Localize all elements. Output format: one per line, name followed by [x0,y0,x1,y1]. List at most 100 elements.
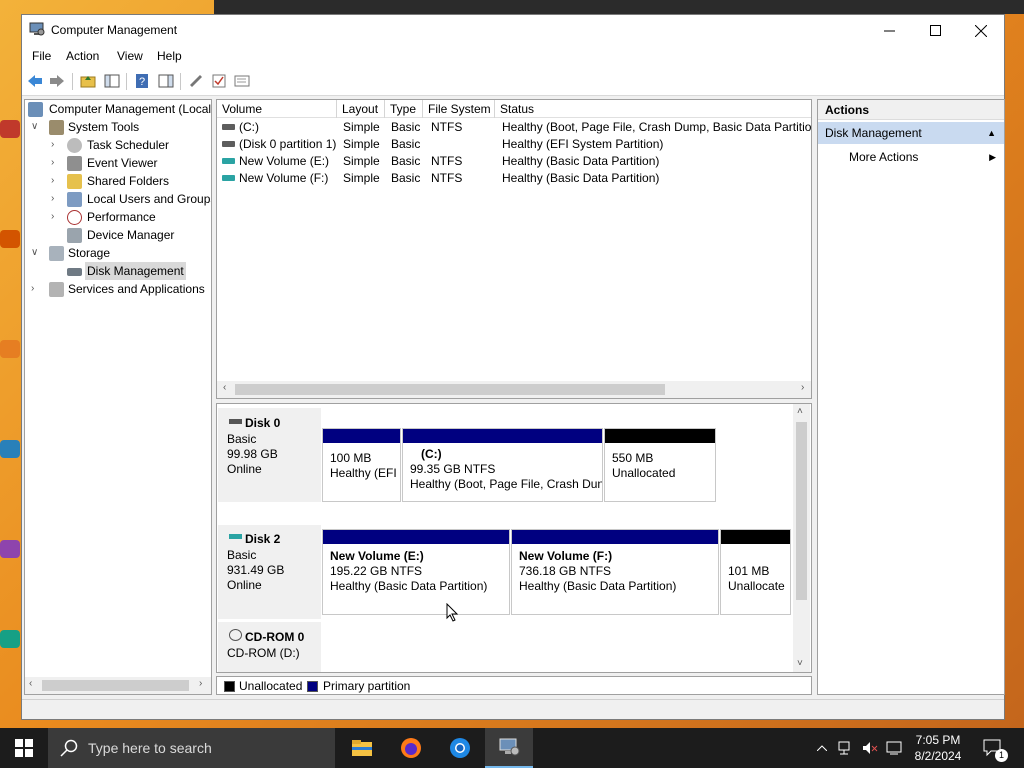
scrollbar-thumb[interactable] [235,384,665,395]
table-row[interactable]: New Volume (F:) Simple Basic NTFS Health… [217,170,811,187]
drive-icon [222,124,235,130]
up-folder-icon[interactable] [80,73,96,89]
scroll-up-icon[interactable]: ˄ [797,406,803,417]
primary-partition-swatch [307,681,318,692]
show-hidden-icons-button[interactable] [813,728,831,768]
tree-horizontal-scrollbar[interactable]: ‹ › [25,677,211,694]
column-header-status[interactable]: Status [495,100,811,118]
performance-icon [67,210,82,225]
network-icon [838,741,850,755]
partition-f[interactable]: New Volume (F:) 736.18 GB NTFS Healthy (… [511,529,719,615]
maximize-button[interactable] [912,15,958,46]
network-tray-button[interactable] [836,728,856,768]
disk-view-vertical-scrollbar[interactable]: ˄ ˅ [793,404,810,672]
table-row[interactable]: (C:) Simple Basic NTFS Healthy (Boot, Pa… [217,119,811,136]
column-header-volume[interactable]: Volume [217,100,337,118]
menu-bar: File Action View Help [22,46,1004,68]
more-actions-item[interactable]: More Actions ▶ [818,146,1004,168]
taskbar-search-box[interactable]: Type here to search [48,728,335,768]
taskbar-firefox[interactable] [387,728,435,768]
menu-help[interactable]: Help [157,49,182,63]
drive-icon [222,158,235,164]
svg-text:?: ? [139,76,145,88]
partition-unallocated[interactable]: 101 MB Unallocate [720,529,791,615]
disk-2-label[interactable]: Disk 2 Basic 931.49 GB Online [218,525,321,619]
taskbar-file-explorer[interactable] [338,728,386,768]
computer-management-icon [28,102,43,117]
scrollbar-thumb[interactable] [42,680,189,691]
cdrom-label[interactable]: CD-ROM 0 CD-ROM (D:) No Media [218,622,321,672]
desktop-shortcut-icon[interactable] [0,440,22,460]
ime-tray-button[interactable] [884,728,904,768]
volume-list-horizontal-scrollbar[interactable]: ‹ › [217,381,811,398]
maximize-icon [929,25,941,36]
chevron-right-icon[interactable]: › [51,208,63,226]
notification-center-button[interactable]: 1 [978,728,1008,768]
help-icon[interactable]: ? [134,73,150,89]
disk-0-label[interactable]: Disk 0 Basic 99.98 GB Online [218,408,321,502]
partition-efi[interactable]: 100 MB Healthy (EFI [322,428,401,502]
desktop-shortcut-icon[interactable] [0,230,22,250]
chevron-right-icon[interactable]: › [51,136,63,154]
partition-unallocated[interactable]: 550 MB Unallocated [604,428,716,502]
table-row[interactable]: (Disk 0 partition 1) Simple Basic Health… [217,136,811,153]
table-row[interactable]: New Volume (E:) Simple Basic NTFS Health… [217,153,811,170]
checkmark-icon[interactable] [211,73,227,89]
volume-tray-button[interactable] [860,728,880,768]
show-hide-action-pane-icon[interactable] [158,73,174,89]
windows-logo-icon [15,739,33,757]
chevron-down-icon[interactable]: ∨ [31,244,43,262]
connect-icon[interactable] [188,73,204,89]
mouse-cursor-icon [446,603,458,622]
menu-action[interactable]: Action [66,49,99,63]
properties-icon[interactable] [234,73,250,89]
chevron-down-icon[interactable]: ∨ [31,118,43,136]
minimize-button[interactable] [866,15,912,46]
chevron-up-icon [817,745,827,751]
column-header-layout[interactable]: Layout [337,100,385,118]
chevron-right-icon[interactable]: › [51,154,63,172]
scroll-right-icon[interactable]: › [199,678,202,689]
show-hide-console-tree-icon[interactable] [104,73,120,89]
actions-group-disk-management[interactable]: Disk Management ▲ [818,122,1004,144]
cdrom-icon [229,629,242,641]
submenu-arrow-icon: ▶ [989,152,996,162]
column-header-file-system[interactable]: File System [423,100,495,118]
actions-pane: Actions Disk Management ▲ More Actions ▶ [817,99,1005,695]
computer-management-app-icon [499,738,520,756]
chevron-right-icon[interactable]: › [51,190,63,208]
start-button[interactable] [0,728,48,768]
scroll-left-icon[interactable]: ‹ [29,678,32,689]
desktop-shortcut-icon[interactable] [0,340,22,360]
search-icon [60,739,78,757]
taskbar-chrome[interactable] [436,728,484,768]
menu-view[interactable]: View [117,49,143,63]
column-header-type[interactable]: Type [385,100,423,118]
scroll-right-icon[interactable]: › [801,382,804,393]
volume-muted-icon [863,742,878,754]
desktop-shortcut-icon[interactable] [0,630,22,650]
menu-file[interactable]: File [32,49,51,63]
title-bar[interactable]: Computer Management [22,15,1004,46]
desktop-shortcut-icon[interactable] [0,540,22,560]
collapse-up-icon[interactable]: ▲ [987,122,996,144]
chevron-right-icon[interactable]: › [51,172,63,190]
scroll-left-icon[interactable]: ‹ [223,382,226,393]
scrollbar-thumb[interactable] [796,422,807,600]
shared-folder-icon [67,174,82,189]
close-button[interactable] [958,15,1004,46]
forward-arrow-icon[interactable] [49,73,65,89]
back-arrow-icon[interactable] [27,73,43,89]
disk-legend: Unallocated Primary partition [216,676,812,695]
unallocated-swatch [224,681,235,692]
unallocated-bar [605,429,715,443]
taskbar-computer-management[interactable] [485,728,533,768]
desktop-shortcut-icon[interactable] [0,120,22,140]
partition-c[interactable]: (C:) 99.35 GB NTFS Healthy (Boot, Page F… [402,428,603,502]
partition-e[interactable]: New Volume (E:) 195.22 GB NTFS Healthy (… [322,529,510,615]
drive-icon [222,141,235,147]
chevron-right-icon[interactable]: › [31,280,43,298]
scroll-down-icon[interactable]: ˅ [797,658,803,669]
taskbar-clock[interactable]: 7:05 PM 8/2/2024 [905,732,971,764]
services-icon [49,282,64,297]
